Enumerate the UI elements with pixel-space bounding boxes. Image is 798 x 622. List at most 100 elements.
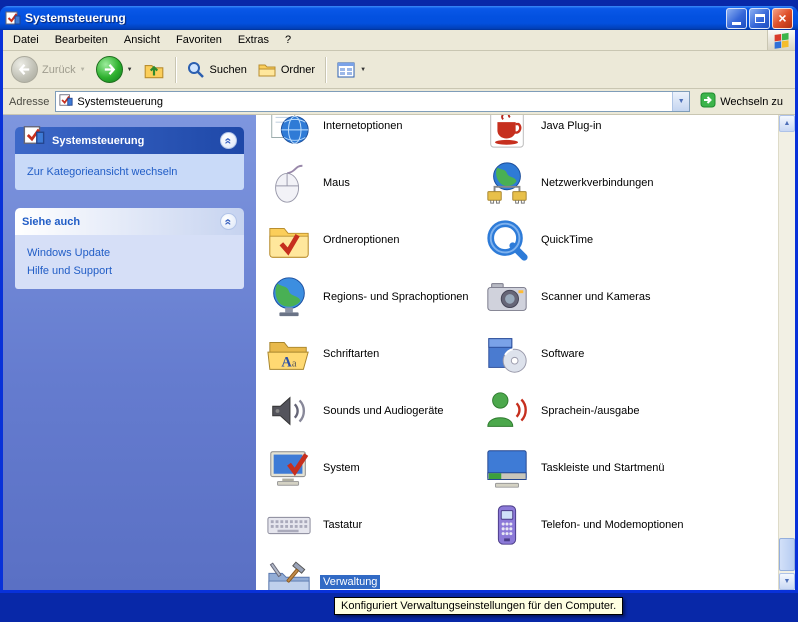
vertical-scrollbar[interactable]: ▲ ▼ <box>778 115 795 590</box>
back-button[interactable]: Zurück ▼ <box>7 53 90 86</box>
menu-bar: DateiBearbeitenAnsichtFavoritenExtras? <box>3 30 795 51</box>
menu-item-datei[interactable]: Datei <box>5 30 47 50</box>
cp-item-system[interactable]: System <box>266 439 474 496</box>
system-icon <box>266 445 312 491</box>
forward-arrow-icon <box>96 56 123 83</box>
cp-item-java-plug-in[interactable]: Java Plug-in <box>484 115 774 154</box>
panel-header-systemsteuerung[interactable]: Systemsteuerung « <box>15 127 244 154</box>
menu-item-bearbeiten[interactable]: Bearbeiten <box>47 30 116 50</box>
views-dropdown-icon[interactable]: ▼ <box>360 67 366 73</box>
menu-item-favoriten[interactable]: Favoriten <box>168 30 230 50</box>
quicktime-icon <box>484 217 530 263</box>
scroll-down-button[interactable]: ▼ <box>779 573 795 590</box>
up-button[interactable] <box>139 56 169 84</box>
address-input[interactable]: Systemsteuerung ▼ <box>55 91 690 112</box>
link-windows-update[interactable]: Windows Update <box>25 244 234 262</box>
forward-button[interactable]: ▼ <box>92 53 137 86</box>
toolbar: Zurück ▼ ▼ Suchen <box>3 51 795 89</box>
search-button[interactable]: Suchen <box>182 57 251 83</box>
panel-title: Systemsteuerung <box>52 135 144 147</box>
back-dropdown-icon[interactable]: ▼ <box>80 67 86 73</box>
fonts-icon: Aa <box>266 331 312 377</box>
cp-item-label: Regions- und Sprachoptionen <box>320 290 472 304</box>
folder-options-icon <box>266 217 312 263</box>
main-area: Systemsteuerung « Zur Kategorieansicht wec… <box>3 115 795 590</box>
sidebar-panel-systemsteuerung: Systemsteuerung « Zur Kategorieansicht wec… <box>15 127 244 190</box>
panel-header-siehe-auch[interactable]: Siehe auch« <box>15 208 244 235</box>
panel-body: Zur Kategorieansicht wechseln <box>15 154 244 190</box>
cp-item-regions-und-sprachoptionen[interactable]: Regions- und Sprachoptionen <box>266 268 474 325</box>
control-panel-icon <box>5 10 21 26</box>
cp-item-label: System <box>320 461 363 475</box>
chevron-up-icon[interactable]: « <box>220 132 237 149</box>
cp-item-maus[interactable]: Maus <box>266 154 474 211</box>
sidebar-panel-siehe-auch: Siehe auch«Windows UpdateHilfe und Suppo… <box>15 208 244 289</box>
internet-options-icon <box>266 115 312 149</box>
sounds-audio-icon <box>266 388 312 434</box>
address-bar: Adresse Systemsteuerung ▼ Wechseln zu <box>3 89 795 115</box>
window: Systemsteuerung × DateiBearbeitenAnsicht… <box>0 6 798 593</box>
chevron-up-icon[interactable]: « <box>220 213 237 230</box>
folders-label: Ordner <box>281 64 315 76</box>
admin-tools-icon <box>266 559 312 591</box>
menu-item-help[interactable]: ? <box>277 30 299 50</box>
cp-item-software[interactable]: Software <box>484 325 774 382</box>
cp-item-scanner-und-kameras[interactable]: Scanner und Kameras <box>484 268 774 325</box>
cp-item-schriftarten[interactable]: Aa Schriftarten <box>266 325 474 382</box>
address-dropdown-button[interactable]: ▼ <box>672 92 689 111</box>
close-button[interactable]: × <box>772 8 793 29</box>
scrollbar-thumb[interactable] <box>779 538 795 571</box>
window-body: DateiBearbeitenAnsichtFavoritenExtras? Z… <box>0 30 798 593</box>
cp-item-ordneroptionen[interactable]: Ordneroptionen <box>266 211 474 268</box>
link-zur-kategorieansicht-wechseln[interactable]: Zur Kategorieansicht wechseln <box>25 163 234 181</box>
menu-item-ansicht[interactable]: Ansicht <box>116 30 168 50</box>
scroll-up-button[interactable]: ▲ <box>779 115 795 132</box>
control-panel-icon <box>22 124 46 149</box>
minimize-button[interactable] <box>726 8 747 29</box>
svg-text:A: A <box>281 354 292 370</box>
search-label: Suchen <box>210 64 247 76</box>
title-bar[interactable]: Systemsteuerung × <box>0 6 798 30</box>
window-controls: × <box>726 8 793 29</box>
cp-item-sounds-und-audioger-te[interactable]: Sounds und Audiogeräte <box>266 382 474 439</box>
menu-items: DateiBearbeitenAnsichtFavoritenExtras? <box>5 30 299 50</box>
cp-item-internetoptionen[interactable]: Internetoptionen <box>266 115 474 154</box>
views-icon <box>336 60 356 80</box>
keyboard-icon <box>266 502 312 548</box>
cp-item-tastatur[interactable]: Tastatur <box>266 496 474 553</box>
views-button[interactable]: ▼ <box>332 57 370 83</box>
go-label: Wechseln zu <box>720 96 783 108</box>
toolbar-separator <box>175 57 176 83</box>
cp-item-quicktime[interactable]: QuickTime <box>484 211 774 268</box>
scanners-cameras-icon <box>484 274 530 320</box>
cp-item-taskleiste-und-startmen[interactable]: Taskleiste und Startmenü <box>484 439 774 496</box>
cp-item-netzwerkverbindungen[interactable]: Netzwerkverbindungen <box>484 154 774 211</box>
content-column-2: Java Plug-in Netzwerkverbindungen QuickTim… <box>484 115 774 553</box>
address-label: Adresse <box>7 96 49 108</box>
menu-item-extras[interactable]: Extras <box>230 30 277 50</box>
link-hilfe-und-support[interactable]: Hilfe und Support <box>25 262 234 280</box>
cp-item-label: QuickTime <box>538 233 596 247</box>
network-connections-icon <box>484 160 530 206</box>
cp-item-label: Schriftarten <box>320 347 382 361</box>
software-icon <box>484 331 530 377</box>
cp-item-verwaltung[interactable]: Verwaltung <box>266 553 474 590</box>
cp-item-label: Ordneroptionen <box>320 233 402 247</box>
cp-item-label: Java Plug-in <box>538 119 605 133</box>
folders-button[interactable]: Ordner <box>253 57 319 83</box>
back-label: Zurück <box>42 64 76 76</box>
up-folder-icon <box>143 59 165 81</box>
windows-logo-icon <box>767 30 795 50</box>
content-column-1: InternetoptionenMaus Ordneroptionen Region… <box>266 115 474 590</box>
cp-item-label: Telefon- und Modemoptionen <box>538 518 686 532</box>
maximize-button[interactable] <box>749 8 770 29</box>
panel-body: Windows UpdateHilfe und Support <box>15 235 244 289</box>
cp-item-sprachein-ausgabe[interactable]: Sprachein-/ausgabe <box>484 382 774 439</box>
go-button[interactable]: Wechseln zu <box>696 90 791 113</box>
cp-item-label: Software <box>538 347 587 361</box>
svg-text:a: a <box>292 358 297 369</box>
back-arrow-icon <box>11 56 38 83</box>
cp-item-telefon-und-modemoptionen[interactable]: Telefon- und Modemoptionen <box>484 496 774 553</box>
forward-dropdown-icon[interactable]: ▼ <box>127 67 133 73</box>
window-title: Systemsteuerung <box>25 11 722 25</box>
